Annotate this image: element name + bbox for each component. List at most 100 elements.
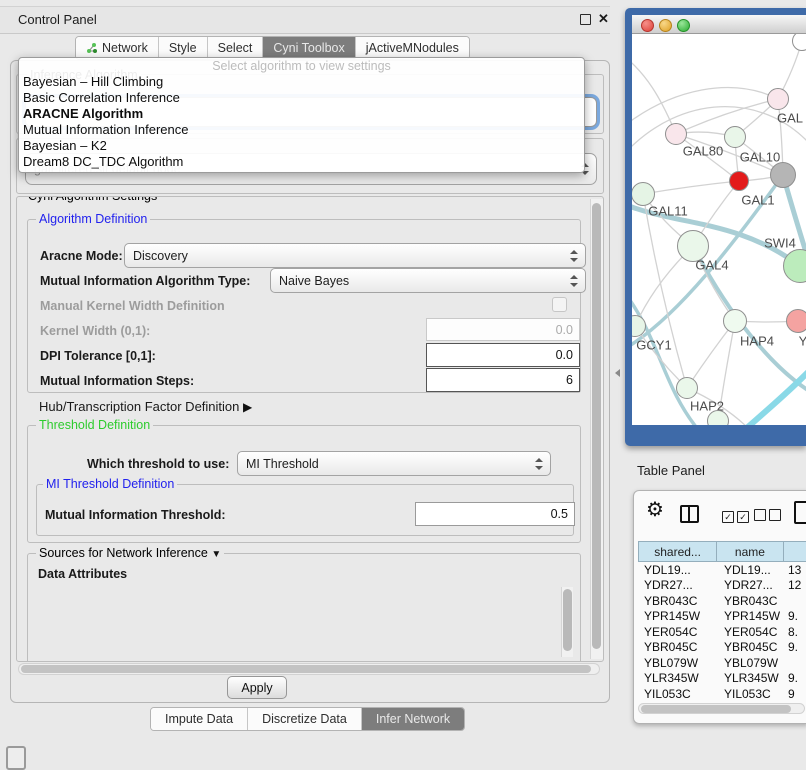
unchecked-box-icon: [769, 509, 781, 521]
algorithm-dropdown-item[interactable]: Mutual Information Inference: [19, 122, 584, 138]
cell-shared-name: YIL053C: [638, 687, 718, 699]
dpi-tolerance-label: DPI Tolerance [0,1]:: [40, 349, 156, 363]
mi-steps-field[interactable]: 6: [426, 368, 580, 392]
table-row[interactable]: YER054C YER054C 8.: [638, 624, 806, 640]
mi-threshold-field[interactable]: 0.5: [415, 502, 575, 526]
algorithm-dropdown-item[interactable]: Bayesian – Hill Climbing: [19, 74, 584, 90]
network-node[interactable]: [770, 162, 796, 188]
network-node-label: SWI4: [764, 236, 796, 251]
network-node[interactable]: [786, 309, 806, 333]
scrollbar-thumb[interactable]: [563, 589, 572, 651]
network-node[interactable]: [767, 88, 789, 110]
scrollbar-thumb[interactable]: [592, 203, 601, 649]
table-row[interactable]: YPR145W YPR145W 9.: [638, 609, 806, 625]
network-canvas[interactable]: GALGAL80GAL10GAL1GAL11SWI4GAL4HAP4YGCY1H…: [632, 34, 806, 425]
cell-value: 9: [786, 687, 806, 699]
cell-value: 9.: [786, 671, 806, 685]
window-minimize-icon[interactable]: [659, 19, 672, 32]
document-icon[interactable]: [794, 501, 806, 524]
network-node-label: GAL80: [683, 144, 723, 159]
sources-title-text: Sources for Network Inference: [39, 546, 208, 560]
scrollbar-thumb[interactable]: [21, 665, 591, 673]
window-close-icon[interactable]: [641, 19, 654, 32]
algorithm-dropdown-item[interactable]: Bayesian – K2: [19, 138, 584, 154]
table-row[interactable]: YBR045C YBR045C 9.: [638, 640, 806, 656]
column-header-shared-name[interactable]: shared...: [638, 541, 717, 562]
table-row[interactable]: YBL079W YBL079W: [638, 655, 806, 671]
dock-panel-icon[interactable]: [6, 746, 26, 770]
network-node[interactable]: [632, 182, 655, 206]
split-gutter[interactable]: [610, 0, 625, 762]
tab-jactivemnodules[interactable]: jActiveMNodules: [356, 37, 469, 59]
cell-name: YER054C: [718, 625, 786, 639]
apply-button[interactable]: Apply: [227, 676, 287, 699]
settings-vertical-scrollbar[interactable]: [590, 199, 603, 659]
select-all-checkboxes-icon[interactable]: ✓✓: [722, 507, 752, 525]
dpi-tolerance-field[interactable]: 0.0: [426, 343, 580, 367]
cell-shared-name: YLR345W: [638, 671, 718, 685]
bottom-tabbar: Impute Data Discretize Data Infer Networ…: [150, 707, 465, 731]
tab-discretize-data[interactable]: Discretize Data: [248, 708, 362, 730]
kernel-width-field[interactable]: 0.0: [426, 318, 580, 341]
tab-cyni-toolbox[interactable]: Cyni Toolbox: [263, 37, 355, 59]
network-node[interactable]: [729, 171, 749, 191]
deselect-all-checkboxes-icon[interactable]: [754, 508, 784, 526]
aracne-mode-value: Discovery: [133, 249, 188, 263]
network-node[interactable]: [676, 377, 698, 399]
cyni-algorithm-settings-title: Cyni Algorithm Settings: [25, 196, 160, 203]
threshold-definition-title: Threshold Definition: [36, 418, 153, 432]
network-node[interactable]: [665, 123, 687, 145]
column-header-name[interactable]: name: [717, 541, 784, 562]
gear-icon[interactable]: ⚙: [646, 497, 664, 522]
which-threshold-label: Which threshold to use:: [87, 457, 229, 471]
table-row[interactable]: YDL19... YDL19... 13: [638, 562, 806, 578]
close-icon[interactable]: ✕: [598, 11, 609, 27]
tab-label: jActiveMNodules: [366, 41, 459, 55]
aracne-mode-label: Aracne Mode:: [40, 249, 123, 263]
which-threshold-combo[interactable]: MI Threshold: [237, 451, 551, 476]
tab-infer-network[interactable]: Infer Network: [362, 708, 464, 730]
table-row[interactable]: YIL053C YIL053C 9: [638, 686, 806, 699]
network-node[interactable]: [724, 126, 746, 148]
tab-style[interactable]: Style: [159, 37, 208, 59]
manual-kernel-width-label: Manual Kernel Width Definition: [40, 299, 225, 313]
tab-select[interactable]: Select: [208, 37, 264, 59]
table-row[interactable]: YLR345W YLR345W 9.: [638, 671, 806, 687]
tab-impute-data[interactable]: Impute Data: [151, 708, 248, 730]
network-node[interactable]: [723, 309, 747, 333]
table-row[interactable]: YDR27... YDR27... 12: [638, 578, 806, 594]
threshold-definition-group: Threshold Definition Which threshold to …: [27, 425, 581, 543]
network-node[interactable]: [707, 410, 729, 425]
attribute-list-scrollbar[interactable]: [561, 587, 573, 657]
mi-threshold-definition-group: MI Threshold Definition Mutual Informati…: [36, 484, 574, 536]
hub-section-label[interactable]: Hub/Transcription Factor Definition ▶: [39, 399, 252, 414]
scrollbar-thumb[interactable]: [641, 705, 791, 713]
network-node-label: GAL11: [648, 204, 688, 219]
split-collapse-icon[interactable]: [615, 369, 620, 377]
network-node-label: Y: [799, 334, 806, 349]
aracne-mode-combo[interactable]: Discovery: [124, 243, 586, 268]
network-window-titlebar[interactable]: [632, 15, 806, 34]
hub-section-text: Hub/Transcription Factor Definition: [39, 399, 239, 414]
tab-network[interactable]: Network: [76, 37, 159, 59]
tab-label: Impute Data: [165, 712, 233, 726]
float-window-icon[interactable]: [580, 14, 591, 25]
node-table: shared... name YDL19... YDL19... 13 YDR2…: [638, 541, 806, 699]
table-body[interactable]: YDL19... YDL19... 13 YDR27... YDR27... 1…: [638, 562, 806, 699]
window-zoom-icon[interactable]: [677, 19, 690, 32]
algorithm-definition-group: Algorithm Definition Aracne Mode: Discov…: [27, 219, 581, 393]
sources-group: Sources for Network Inference ▼ Data Att…: [27, 553, 581, 662]
collapse-down-icon[interactable]: ▼: [211, 549, 221, 560]
column-header-partial[interactable]: [784, 541, 806, 562]
algorithm-dropdown-item[interactable]: ARACNE Algorithm: [19, 106, 584, 122]
manual-kernel-width-checkbox[interactable]: [552, 297, 567, 312]
settings-horizontal-scrollbar[interactable]: [18, 663, 600, 675]
algorithm-dropdown-item[interactable]: Basic Correlation Inference: [19, 90, 584, 106]
combo-spinner-icon: [535, 458, 543, 470]
control-panel-title: Control Panel: [18, 12, 97, 27]
algorithm-dropdown-item[interactable]: Dream8 DC_TDC Algorithm: [19, 154, 584, 170]
table-horizontal-scrollbar[interactable]: [638, 703, 805, 714]
mi-algorithm-type-combo[interactable]: Naive Bayes: [270, 268, 586, 293]
table-row[interactable]: YBR043C YBR043C: [638, 593, 806, 609]
columns-icon[interactable]: [680, 505, 699, 523]
